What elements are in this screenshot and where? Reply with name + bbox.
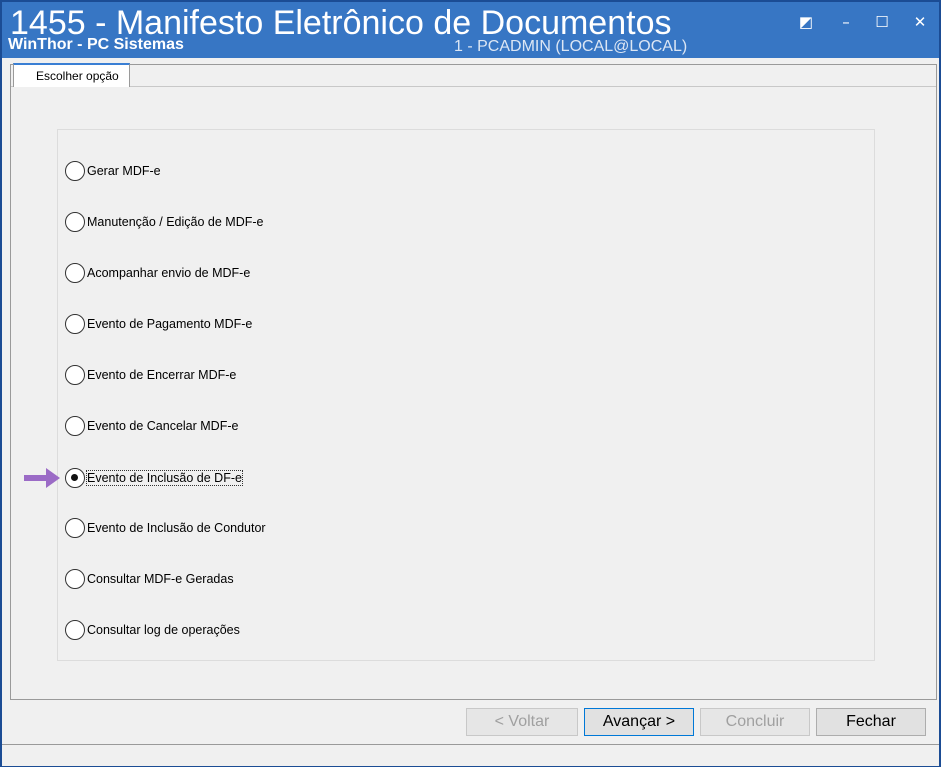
close-icon[interactable]: ✕ [910,12,930,32]
option-label: Evento de Inclusão de Condutor [87,521,266,535]
radio-button-selected[interactable] [65,468,85,488]
back-button[interactable]: < Voltar [466,708,578,736]
radio-button[interactable] [65,365,85,385]
option-label: Evento de Pagamento MDF-e [87,317,253,331]
option-evento-inclusao-dfe[interactable]: Evento de Inclusão de DF-e [65,466,243,490]
wizard-button-bar: < Voltar Avançar > Concluir Fechar [10,702,935,742]
option-manutencao-edicao[interactable]: Manutenção / Edição de MDF-e [65,210,263,234]
finish-button[interactable]: Concluir [700,708,810,736]
restore-icon[interactable]: ◩ [796,12,816,32]
title-bar[interactable]: 1455 - Manifesto Eletrônico de Documento… [2,2,939,58]
tab-escolher-opcao[interactable]: Escolher opção [13,63,130,87]
radio-button[interactable] [65,518,85,538]
option-label: Manutenção / Edição de MDF-e [87,215,264,229]
option-label: Gerar MDF-e [87,164,161,178]
maximize-icon[interactable]: ☐ [872,12,892,32]
pointer-arrow-icon [24,468,60,488]
option-label: Evento de Inclusão de DF-e [86,470,243,486]
option-label: Consultar log de operações [87,623,240,637]
option-acompanhar-envio[interactable]: Acompanhar envio de MDF-e [65,261,250,285]
user-info: 1 - PCADMIN (LOCAL@LOCAL) [454,38,688,55]
option-consultar-mdfe-geradas[interactable]: Consultar MDF-e Geradas [65,567,234,591]
radio-button[interactable] [65,569,85,589]
close-button[interactable]: Fechar [816,708,926,736]
option-evento-encerrar[interactable]: Evento de Encerrar MDF-e [65,363,236,387]
radio-button[interactable] [65,416,85,436]
radio-button[interactable] [65,212,85,232]
option-label: Evento de Encerrar MDF-e [87,368,237,382]
tab-strip-line [11,86,936,87]
option-evento-inclusao-condutor[interactable]: Evento de Inclusão de Condutor [65,516,266,540]
radio-button[interactable] [65,263,85,283]
radio-button[interactable] [65,620,85,640]
next-button[interactable]: Avançar > [584,708,694,736]
app-name: WinThor - PC Sistemas [8,36,184,53]
radio-button[interactable] [65,161,85,181]
option-evento-pagamento[interactable]: Evento de Pagamento MDF-e [65,312,252,336]
option-label: Acompanhar envio de MDF-e [87,266,251,280]
option-label: Evento de Cancelar MDF-e [87,419,239,433]
option-label: Consultar MDF-e Geradas [87,572,234,586]
minimize-icon[interactable]: – [836,12,856,32]
status-bar [2,744,939,766]
main-window: 1455 - Manifesto Eletrônico de Documento… [0,0,941,767]
option-consultar-log[interactable]: Consultar log de operações [65,618,240,642]
radio-button[interactable] [65,314,85,334]
option-gerar-mdfe[interactable]: Gerar MDF-e [65,159,161,183]
option-evento-cancelar[interactable]: Evento de Cancelar MDF-e [65,414,238,438]
